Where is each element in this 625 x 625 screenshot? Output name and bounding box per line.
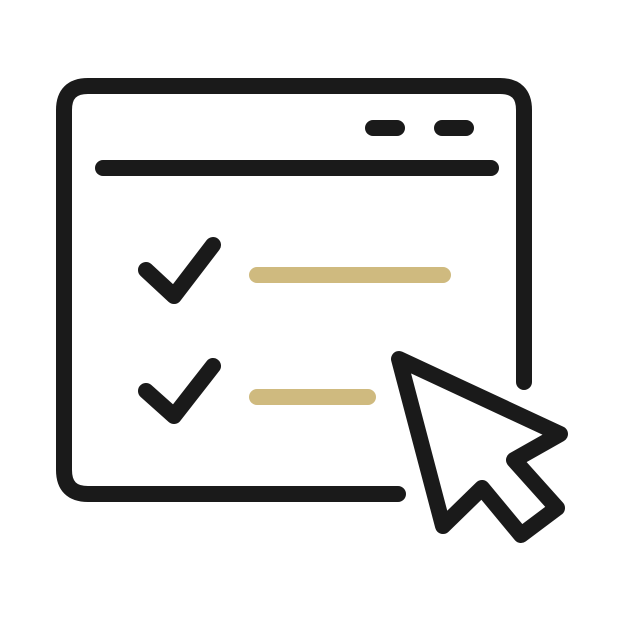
checklist-browser-icon [0, 0, 625, 625]
checklist-illustration [0, 0, 625, 625]
